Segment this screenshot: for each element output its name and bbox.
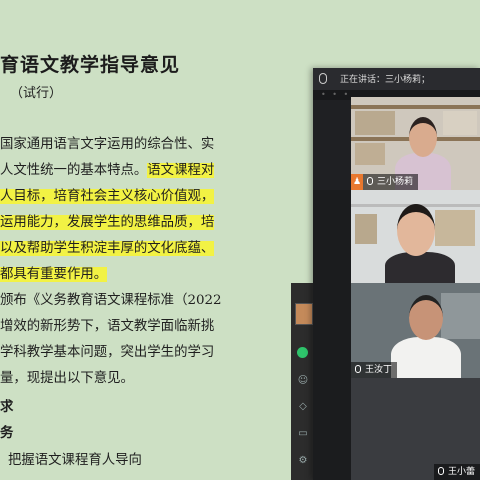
participant-name-1: ♟ 三小杨莉 bbox=[351, 174, 419, 190]
mic-icon bbox=[367, 177, 373, 185]
doc-line-2-text: 人文性统一的基本特点。 bbox=[0, 163, 148, 178]
doc-line-7: 颁布《义务教育语文课程标准（2022 bbox=[0, 293, 222, 308]
video-tile-2[interactable] bbox=[351, 190, 480, 283]
document-subtitle: （试行） bbox=[10, 86, 63, 101]
microphone-icon[interactable] bbox=[319, 73, 327, 84]
gallery-gutter bbox=[313, 190, 351, 480]
doc-line-2: 人文性统一的基本特点。语文课程对 bbox=[0, 162, 215, 180]
cube-icon[interactable]: ◇ bbox=[297, 401, 309, 413]
doc-line-13: 把握语文课程育人导向 bbox=[8, 453, 142, 468]
doc-line-4: 运用能力，发展学生的思维品质，培 bbox=[0, 215, 215, 230]
doc-line-8: 增效的新形势下，语文教学面临新挑 bbox=[0, 319, 215, 334]
contacts-icon[interactable]: ☺ bbox=[297, 375, 309, 387]
document-title: 育语文教学指导意见 bbox=[0, 54, 181, 76]
host-icon: ♟ bbox=[351, 174, 363, 190]
video-tile-4[interactable]: 王小蕾 bbox=[351, 378, 480, 480]
folder-icon[interactable]: ▭ bbox=[297, 428, 309, 440]
more-icon[interactable]: • • • bbox=[321, 90, 350, 99]
mic-icon bbox=[437, 467, 444, 475]
doc-heading-2: 务 bbox=[0, 425, 14, 441]
doc-line-3: 人目标，培育社会主义核心价值观， bbox=[0, 189, 215, 204]
participant-name-4: 王小蕾 bbox=[433, 464, 480, 480]
doc-line-2-highlight: 语文课程对 bbox=[147, 163, 215, 178]
meeting-sidebar: ☺ ◇ ▭ ⚙ bbox=[291, 283, 315, 480]
participant-name-3: 王汝丁 bbox=[351, 362, 398, 378]
doc-line-6: 都具有重要作用。 bbox=[0, 267, 108, 282]
meeting-header: 正在讲话：三小杨莉； bbox=[313, 68, 480, 90]
settings-icon[interactable]: ⚙ bbox=[297, 455, 309, 467]
meeting-window: 正在讲话：三小杨莉； • • • ♟ 三小杨莉 王汝丁 王小蕾 bbox=[313, 68, 480, 480]
video-tile-3[interactable]: 王汝丁 bbox=[351, 283, 480, 378]
video-tile-1[interactable]: ♟ 三小杨莉 bbox=[351, 97, 480, 190]
doc-line-10: 量，现提出以下意见。 bbox=[0, 371, 134, 386]
doc-line-9: 学科教学基本问题，突出学生的学习 bbox=[0, 345, 215, 360]
doc-heading-1: 求 bbox=[0, 399, 14, 415]
doc-line-1: 国家通用语言文字运用的综合性、实 bbox=[0, 137, 215, 152]
online-status-icon bbox=[297, 347, 308, 358]
doc-line-5: 以及帮助学生积淀丰厚的文化底蕴、 bbox=[0, 241, 215, 256]
mic-icon bbox=[355, 365, 361, 373]
speaking-indicator: 正在讲话：三小杨莉； bbox=[340, 75, 431, 85]
avatar[interactable] bbox=[295, 303, 313, 325]
